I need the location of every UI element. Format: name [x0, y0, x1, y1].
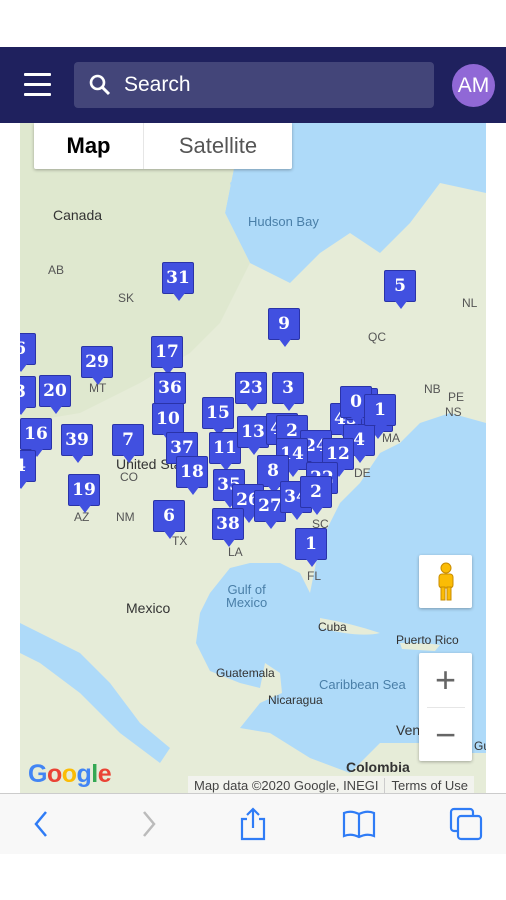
terms-of-use-link[interactable]: Terms of Use — [384, 777, 474, 793]
map-data-text: Map data ©2020 Google, INEGI — [194, 777, 379, 793]
map-marker[interactable]: 1 — [295, 528, 327, 567]
map-marker[interactable]: 4 — [20, 450, 36, 489]
map-type-satellite-button[interactable]: Satellite — [144, 123, 292, 169]
label-de: DE — [354, 466, 371, 480]
map-marker[interactable]: 38 — [212, 508, 244, 547]
map-marker[interactable]: 3 — [272, 372, 304, 411]
label-gulf-of-mexico: Gulf of Mexico — [226, 582, 268, 610]
bookmarks-icon[interactable] — [341, 806, 377, 842]
map-marker[interactable]: 5 — [384, 270, 416, 309]
map-marker[interactable]: 1 — [364, 394, 396, 433]
map-marker[interactable]: 36 — [154, 372, 186, 411]
search-icon — [89, 74, 111, 96]
search-input[interactable]: Search — [74, 62, 434, 108]
label-guatemala: Guatemala — [216, 666, 275, 680]
label-pe: PE — [448, 390, 465, 404]
map-marker[interactable]: 18 — [176, 456, 208, 495]
search-placeholder: Search — [124, 73, 191, 96]
street-view-pegman[interactable] — [419, 555, 472, 608]
label-canada: Canada — [53, 207, 103, 223]
map-marker[interactable]: 23 — [235, 372, 267, 411]
zoom-out-button[interactable]: − — [419, 708, 472, 762]
map-marker[interactable]: 19 — [68, 474, 100, 513]
google-logo: Google — [28, 760, 112, 788]
label-puerto-rico: Puerto Rico — [396, 633, 459, 647]
map-type-control: Map Satellite — [34, 123, 292, 169]
map-marker[interactable]: 2 — [300, 476, 332, 515]
pegman-icon — [438, 562, 453, 600]
label-fl: FL — [307, 569, 322, 583]
map-marker[interactable]: 9 — [268, 308, 300, 347]
map-marker[interactable]: 39 — [61, 424, 93, 463]
label-hudson-bay: Hudson Bay — [248, 214, 319, 229]
map-type-map-button[interactable]: Map — [34, 123, 144, 169]
app-header: Search AM — [0, 47, 506, 123]
label-venezuela: Ven — [396, 722, 421, 738]
map-marker[interactable]: 6 — [153, 500, 185, 539]
label-guyana: Gu — [474, 739, 486, 753]
label-nl: NL — [462, 296, 478, 310]
map-marker[interactable]: 17 — [151, 336, 183, 375]
label-cuba: Cuba — [318, 620, 347, 634]
label-nm: NM — [116, 510, 135, 524]
share-icon[interactable] — [235, 806, 271, 842]
zoom-control: + − — [419, 653, 472, 761]
map-marker[interactable]: 7 — [112, 424, 144, 463]
map-marker[interactable]: 13 — [237, 416, 269, 455]
avatar[interactable]: AM — [452, 64, 495, 107]
map-marker[interactable]: 3 — [20, 376, 36, 415]
map-marker[interactable]: 15 — [202, 397, 234, 436]
label-la: LA — [228, 545, 243, 559]
map[interactable]: Map Satellite Canada Hudson Bay AB SK QC… — [20, 123, 486, 793]
browser-toolbar — [0, 793, 506, 854]
tabs-icon[interactable] — [448, 806, 484, 842]
map-marker[interactable]: 31 — [162, 262, 194, 301]
label-nicaragua: Nicaragua — [268, 693, 323, 707]
label-caribbean-sea: Caribbean Sea — [319, 677, 406, 692]
label-colombia: Colombia — [346, 759, 410, 775]
map-marker[interactable]: 20 — [39, 375, 71, 414]
map-marker[interactable]: 10 — [152, 403, 184, 442]
menu-icon[interactable] — [24, 73, 51, 97]
map-marker[interactable]: 16 — [20, 418, 52, 457]
label-sk: SK — [118, 291, 135, 305]
forward-icon[interactable] — [130, 806, 166, 842]
label-ab: AB — [48, 263, 65, 277]
label-nb: NB — [424, 382, 441, 396]
label-ma: MA — [382, 431, 400, 445]
zoom-in-button[interactable]: + — [419, 653, 472, 707]
map-attribution: Map data ©2020 Google, INEGI Terms of Us… — [188, 776, 475, 793]
label-co: CO — [120, 470, 138, 484]
map-marker[interactable]: 6 — [20, 333, 36, 372]
map-marker[interactable]: 29 — [81, 346, 113, 385]
back-icon[interactable] — [24, 806, 60, 842]
label-qc: QC — [368, 330, 386, 344]
label-ns: NS — [445, 405, 462, 419]
label-mexico: Mexico — [126, 600, 171, 616]
